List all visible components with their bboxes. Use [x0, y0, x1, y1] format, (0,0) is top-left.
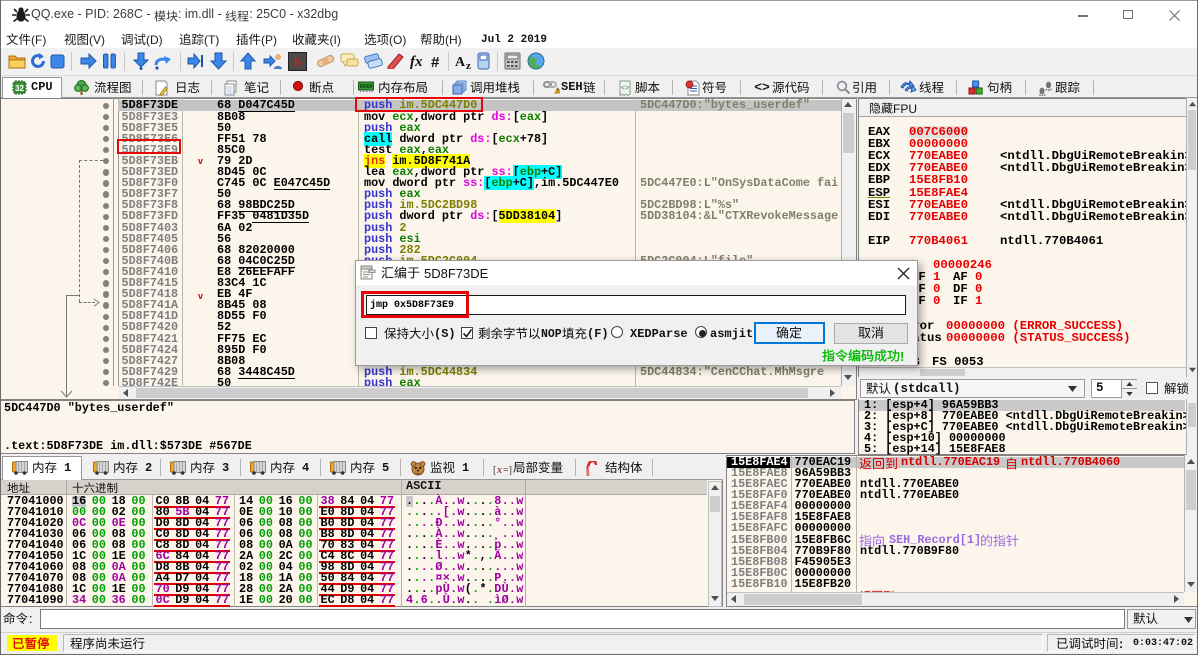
svg-text:32: 32: [15, 84, 24, 93]
svg-text:<>: <>: [621, 85, 629, 93]
svg-text:S: S: [294, 56, 302, 71]
svg-text:<>: <>: [754, 80, 770, 93]
svg-text:x: x: [496, 465, 502, 475]
svg-text:[: [: [493, 465, 496, 475]
svg-text:=]: =]: [503, 465, 512, 475]
